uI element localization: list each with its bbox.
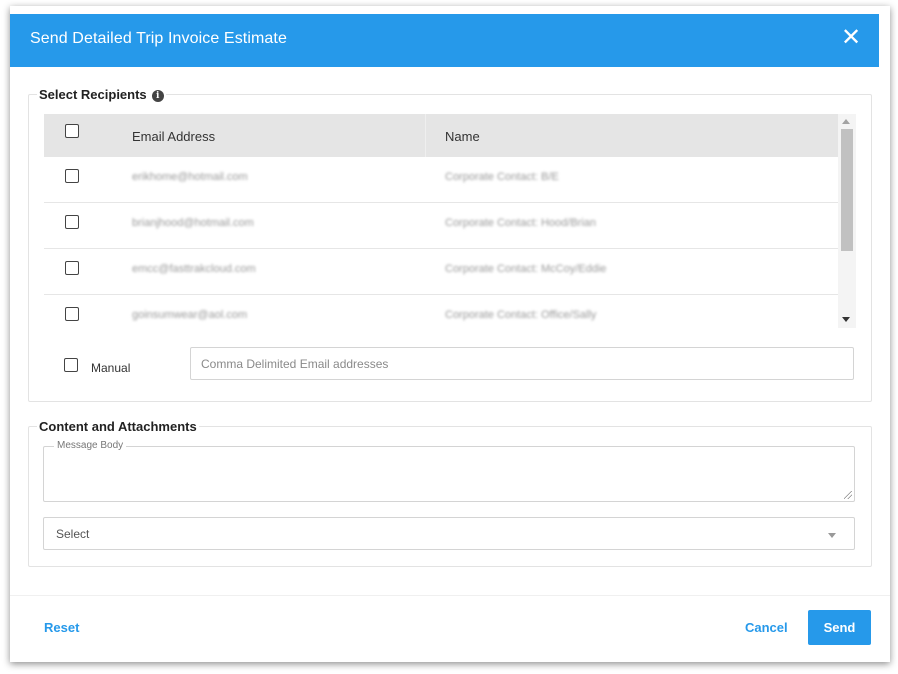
row-checkbox[interactable] bbox=[65, 215, 79, 229]
row-name: Corporate Contact: Hood/Brian bbox=[445, 217, 597, 229]
table-row[interactable]: erikhome@hotmail.com Corporate Contact: … bbox=[44, 157, 838, 203]
select-value: Select bbox=[56, 527, 90, 541]
recipients-legend: Select Recipients i bbox=[37, 87, 166, 102]
row-email: goinsumwear@aol.com bbox=[132, 309, 248, 321]
column-header-email[interactable]: Email Address bbox=[132, 129, 215, 144]
row-email: brianjhood@hotmail.com bbox=[132, 217, 254, 229]
row-checkbox[interactable] bbox=[65, 307, 79, 321]
manual-label: Manual bbox=[91, 361, 131, 375]
manual-email-input[interactable] bbox=[190, 347, 854, 380]
content-legend: Content and Attachments bbox=[39, 419, 197, 434]
recipients-grid: Email Address Name erikhome@hotmail.com … bbox=[44, 114, 856, 328]
cancel-button[interactable]: Cancel bbox=[745, 620, 788, 635]
table-row[interactable]: emcc@fasttrakcloud.com Corporate Contact… bbox=[44, 249, 838, 295]
info-icon[interactable]: i bbox=[151, 90, 164, 102]
scroll-thumb[interactable] bbox=[841, 129, 853, 251]
grid-scrollbar[interactable] bbox=[838, 114, 856, 328]
dialog-title: Send Detailed Trip Invoice Estimate bbox=[30, 30, 287, 47]
send-button[interactable]: Send bbox=[808, 610, 871, 645]
scroll-down-icon[interactable] bbox=[842, 317, 850, 322]
table-row[interactable]: goinsumwear@aol.com Corporate Contact: O… bbox=[44, 295, 838, 328]
column-header-name[interactable]: Name bbox=[445, 129, 480, 144]
footer-divider bbox=[10, 595, 890, 596]
chevron-down-icon bbox=[828, 533, 836, 538]
row-name: Corporate Contact: B/E bbox=[445, 171, 559, 183]
row-checkbox[interactable] bbox=[65, 169, 79, 183]
select-all-checkbox[interactable] bbox=[65, 124, 79, 138]
table-row[interactable]: brianjhood@hotmail.com Corporate Contact… bbox=[44, 203, 838, 249]
manual-checkbox[interactable] bbox=[64, 358, 78, 372]
message-body-textarea[interactable] bbox=[43, 446, 855, 502]
reset-button[interactable]: Reset bbox=[44, 620, 79, 635]
grid-header: Email Address Name bbox=[44, 114, 838, 157]
row-email: erikhome@hotmail.com bbox=[132, 171, 248, 183]
message-body-label: Message Body bbox=[54, 440, 127, 451]
dialog-header: Send Detailed Trip Invoice Estimate ✕ bbox=[10, 14, 879, 67]
attachment-select[interactable]: Select bbox=[43, 517, 855, 550]
resize-handle-icon[interactable] bbox=[844, 491, 852, 499]
scroll-up-icon[interactable] bbox=[842, 119, 850, 124]
row-name: Corporate Contact: Office/Sally bbox=[445, 309, 597, 321]
row-email: emcc@fasttrakcloud.com bbox=[132, 263, 256, 275]
row-checkbox[interactable] bbox=[65, 261, 79, 275]
row-name: Corporate Contact: McCoy/Eddie bbox=[445, 263, 607, 275]
close-icon[interactable]: ✕ bbox=[839, 25, 863, 51]
